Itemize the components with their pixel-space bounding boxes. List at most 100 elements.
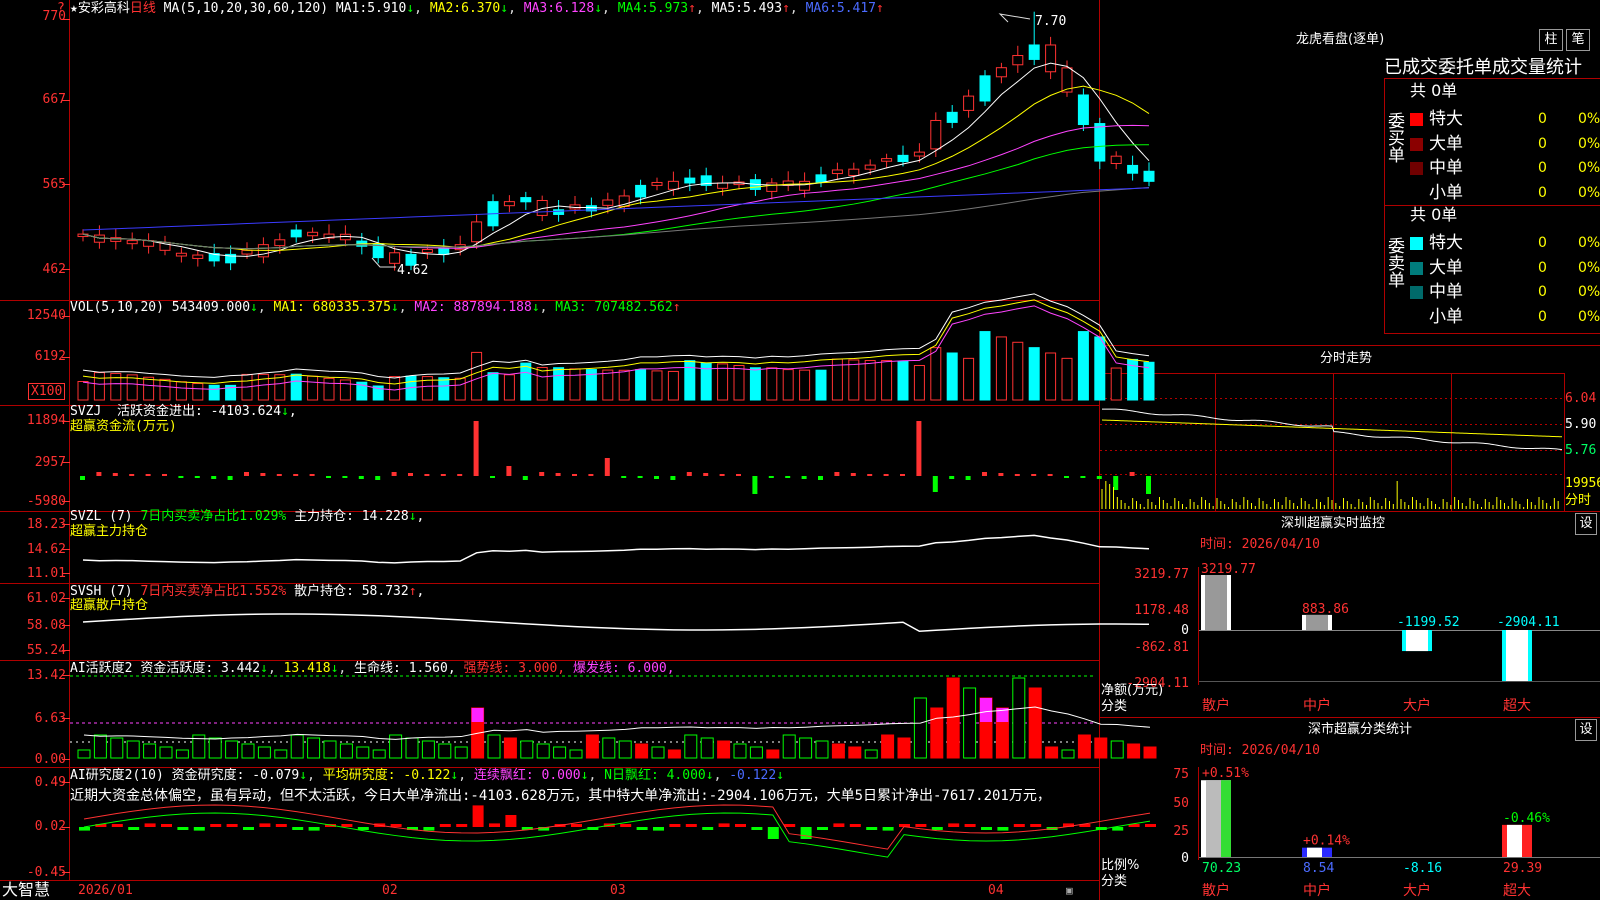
ma2-label: MA2: xyxy=(429,1,462,16)
ai1-life: 生命线: 1.560, xyxy=(354,661,456,676)
stats-cat-label: 分类 xyxy=(1101,874,1128,889)
intraday-tick: 6.04 xyxy=(1565,391,1597,406)
svsh-label: 7日内买卖净占比1.552% xyxy=(140,584,287,599)
stats-tick: 50 xyxy=(1173,796,1189,811)
ai2-comment: 近期大资金总体偏空，虽有异动，但不太活跃，今日大单净流出:-4103.628万元… xyxy=(70,788,1051,804)
svzj-arrow: ↓ xyxy=(281,404,289,419)
svsh-tick: 55.24 xyxy=(26,643,66,658)
ma2-arrow: ↓ xyxy=(500,1,509,16)
vol-title: VOL(5,10,20) xyxy=(70,300,164,315)
intraday-tick: 5.90 xyxy=(1565,417,1597,432)
ai2-avg-arrow: ↓ xyxy=(450,768,459,783)
date-tick: 02 xyxy=(382,883,398,898)
ma6-arrow: ↑ xyxy=(876,1,884,16)
stats-bar-change: -0.46% xyxy=(1503,811,1550,826)
monitor-settings-button[interactable]: 设 xyxy=(1575,513,1597,535)
stats-tick: 75 xyxy=(1173,767,1189,782)
ai1-v2-arrow: ↓ xyxy=(330,661,339,676)
svzl-header: SVZL (7) 7日内买卖净占比1.029% 主力持仓: 14.228↓, xyxy=(70,509,424,524)
stats-tick: 25 xyxy=(1173,824,1189,839)
monitor-category-label: 散户 xyxy=(1202,697,1230,714)
sell-side-label: 委卖单 xyxy=(1384,237,1404,288)
ai2-last-arrow: ↓ xyxy=(776,768,785,783)
buy-row-s: 小单 0 0% xyxy=(1410,181,1600,206)
date-axis: 大智慧 2026/01 02 03 04 ▣ xyxy=(0,881,1077,900)
column-mode-button[interactable]: 柱 xyxy=(1539,29,1563,51)
svsh-tick: 58.08 xyxy=(26,618,66,633)
monitor-bar-value: 3219.77 xyxy=(1201,562,1256,577)
monitor-bar-highlight xyxy=(1506,630,1528,681)
dragon-title: 龙虎看盘(逐单) xyxy=(1296,32,1385,47)
date-tick: 2026/01 xyxy=(78,883,133,898)
ai2-label: 资金研究度: xyxy=(171,768,245,783)
ai1-v2: 13.418 xyxy=(283,661,331,676)
stats-bar-change: +0.14% xyxy=(1303,834,1350,849)
monitor-category-label: 中户 xyxy=(1303,697,1331,714)
svzl-title: SVZL (7) xyxy=(70,509,133,524)
monitor-tick: 0 xyxy=(1181,623,1189,638)
ai1-title: AI活跃度2 xyxy=(70,661,133,676)
svsh-tick: 61.02 xyxy=(26,591,66,606)
svzl-label: 7日内买卖净占比1.029% xyxy=(140,509,287,524)
period-label[interactable]: 日线 xyxy=(130,1,156,16)
date-tick: 03 xyxy=(610,883,626,898)
svzj-tick: -5980 xyxy=(26,494,66,509)
ma1-arrow: ↓ xyxy=(406,1,415,16)
monitor-time: 时间: 2026/04/10 xyxy=(1200,537,1320,552)
svzl-sep: , xyxy=(416,509,425,524)
vol-value: 543409.000 xyxy=(171,300,251,315)
ai1-arrow: ↓ xyxy=(260,661,268,676)
intraday-vol-unit: 分时 xyxy=(1565,493,1592,508)
app-logo[interactable]: 大智慧 xyxy=(2,882,50,898)
stats-bar-highlight xyxy=(1206,780,1221,857)
ai2-nday-arrow: ↓ xyxy=(705,768,714,783)
svzl-subtitle: 超赢主力持仓 xyxy=(70,524,149,539)
monitor-category-label: 大户 xyxy=(1403,697,1431,714)
sell-row-m: 中单 0 0% xyxy=(1410,280,1600,305)
ma1-label: MA1: xyxy=(335,1,368,16)
price-tick: 565 xyxy=(42,177,66,192)
svsh-arrow: ↑ xyxy=(408,584,417,599)
sell-row-xl: 特大 0 0% xyxy=(1410,231,1600,256)
svzj-tick: 11894 xyxy=(26,413,66,428)
ma-set: MA(5,10,20,30,60,120) xyxy=(163,1,329,16)
stats-unit-label: 比例% xyxy=(1101,858,1140,873)
monitor-cat-label: 分类 xyxy=(1101,699,1128,714)
ai2-value: -0.079 xyxy=(252,768,300,783)
tick-mode-button[interactable]: 笔 xyxy=(1566,29,1590,51)
lock-icon[interactable]: ▣ xyxy=(1066,883,1073,898)
stats-time: 时间: 2026/04/10 xyxy=(1200,743,1320,758)
buy-total: 共 0单 xyxy=(1410,81,1458,100)
ma3-arrow: ↓ xyxy=(594,1,603,16)
stock-name[interactable]: ★安彩高科 xyxy=(70,1,130,16)
stats-title: 深市超赢分类统计 xyxy=(1308,722,1413,737)
ai2-arrow: ↓ xyxy=(299,768,308,783)
monitor-title: 深圳超赢实时监控 xyxy=(1281,516,1386,531)
color-swatch xyxy=(1410,261,1423,275)
ai2-lian-arrow: ↓ xyxy=(580,768,589,783)
stats-category-label: 大户 xyxy=(1403,882,1431,899)
ai2-tick: -0.45 xyxy=(26,865,66,880)
monitor-bar-highlight xyxy=(1406,630,1428,652)
stats-bar-value: 70.23 xyxy=(1202,861,1241,876)
buy-side-label: 委买单 xyxy=(1384,112,1404,163)
vol-unit-button[interactable]: X100 xyxy=(28,383,66,400)
svzl-tick: 11.01 xyxy=(26,566,66,581)
date-tick: 04 xyxy=(988,883,1004,898)
ma4-label: MA4: xyxy=(617,1,649,16)
monitor-bar-highlight xyxy=(1205,575,1227,630)
intraday-vol-label: 19956 xyxy=(1565,476,1600,491)
stats-category-label: 超大 xyxy=(1503,883,1531,899)
stats-settings-button[interactable]: 设 xyxy=(1575,719,1597,741)
right-panels: 3219.77 散户 883.86 中户 -1199.52 大户 -2904.11 超大 +0.… xyxy=(1101,408,1563,899)
ma5-arrow: ↑ xyxy=(782,1,790,16)
ai1-burst: 爆发线: 6.000, xyxy=(572,661,675,676)
ai2-title: AI研究度2(10) xyxy=(70,768,164,783)
sell-row-s: 小单 0 0% xyxy=(1410,305,1600,330)
stats-category-label: 散户 xyxy=(1202,882,1230,899)
stats-bar-increase xyxy=(1221,780,1231,857)
svzj-tick: 2957 xyxy=(34,455,66,470)
buy-row-xl: 特大 0 0% xyxy=(1410,107,1600,132)
intraday-title: 分时走势 xyxy=(1320,351,1373,366)
color-swatch xyxy=(1410,286,1423,299)
